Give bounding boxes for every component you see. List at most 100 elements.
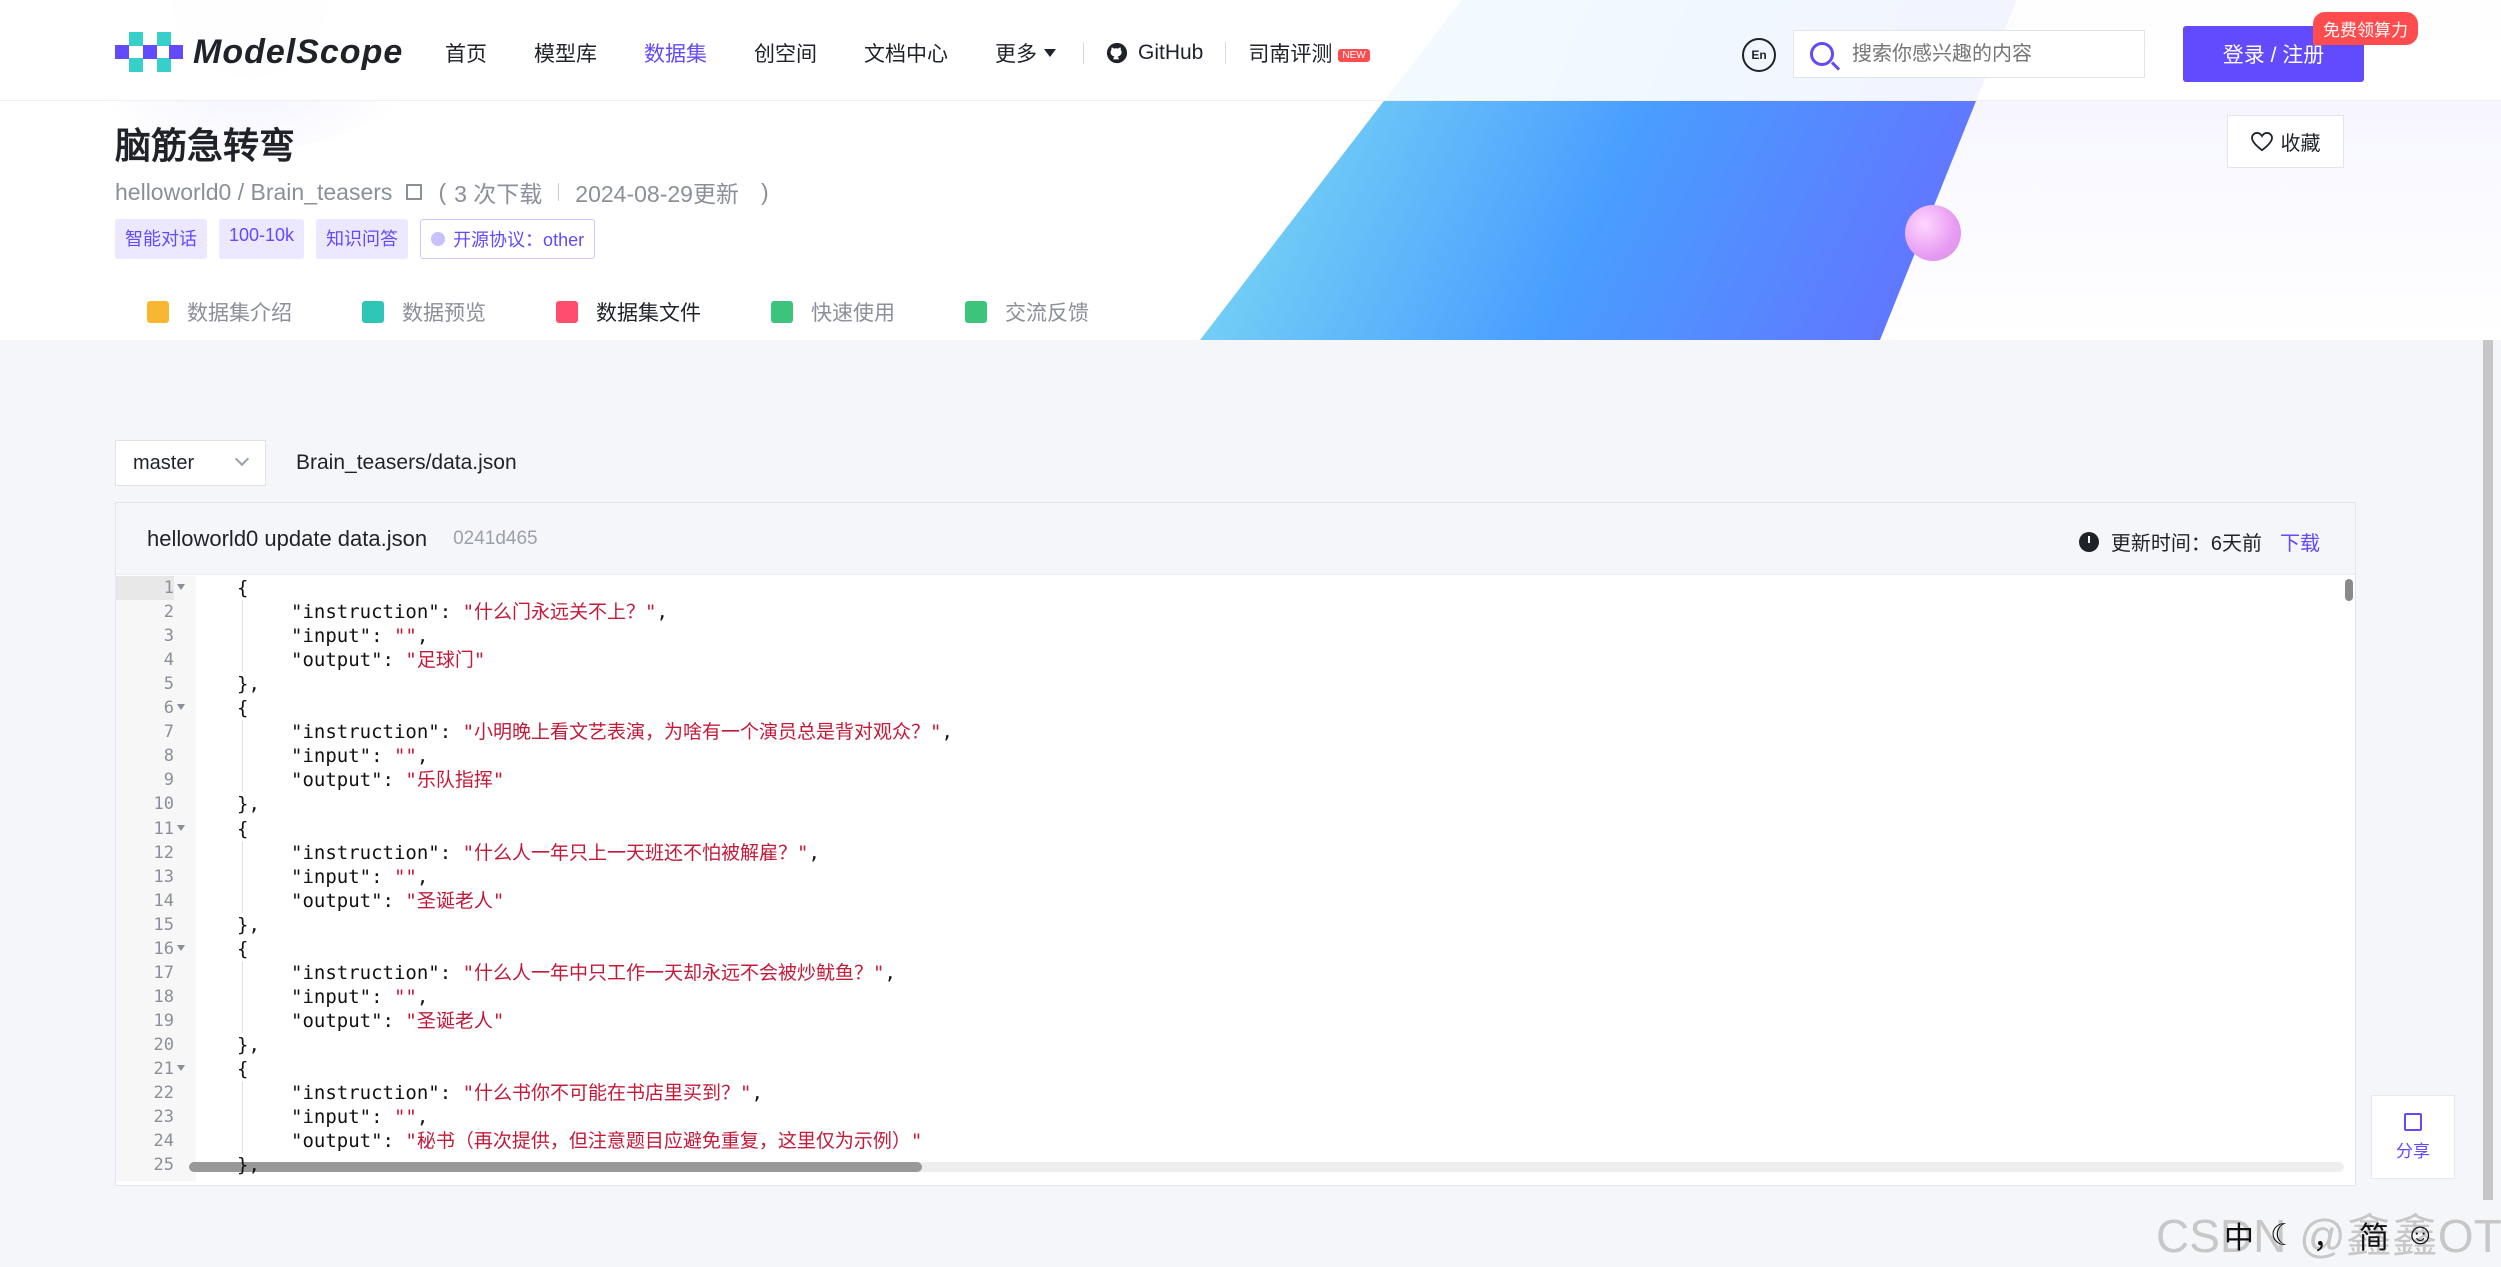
meta-paren-open: ( [438, 178, 447, 205]
line-number: 3 [163, 626, 174, 647]
code-text: "output": "圣诞老人" [291, 1009, 504, 1033]
fold-arrow-icon[interactable] [177, 584, 185, 590]
code-line: 17 "instruction": "什么人一年中只工作一天却永远不会被炒鱿鱼？"… [116, 961, 2316, 985]
code-text: { [237, 1057, 248, 1081]
nav-item-0[interactable]: 首页 [445, 38, 487, 68]
code-line: 21 { [116, 1057, 2316, 1081]
line-number: 16 [153, 938, 174, 959]
nav-item-2[interactable]: 数据集 [644, 38, 707, 68]
code-line: 2 "instruction": "什么门永远关不上？", [116, 600, 2316, 624]
clock-icon [2078, 531, 2099, 552]
code-text: "instruction": "什么门永远关不上？", [291, 600, 668, 624]
code-brace: { [237, 697, 249, 720]
code-text: }, [237, 792, 260, 816]
ime-button-2[interactable]: ， [2313, 1213, 2343, 1257]
nav-item-1[interactable]: 模型库 [534, 38, 597, 68]
tag-1[interactable]: 100-10k [219, 219, 305, 259]
code-text: "instruction": "什么人一年中只工作一天却永远不会被炒鱿鱼？", [291, 961, 896, 985]
code-line: 9 "output": "乐队指挥" [116, 768, 2316, 792]
code-key: "instruction": [291, 721, 463, 744]
share-button[interactable]: 分享 [2371, 1095, 2455, 1179]
tab-3[interactable]: 快速使用 [743, 284, 923, 340]
line-number: 1 [116, 576, 174, 600]
fold-arrow-icon[interactable] [177, 824, 185, 831]
favorite-button[interactable]: 收藏 [2227, 115, 2344, 168]
main-nav: 首页 模型库 数据集 创空间 文档中心 更多 GitHub 司南评测 NEW [445, 38, 1417, 68]
code-line: 1{ [116, 576, 2316, 600]
share-label: 分享 [2396, 1141, 2430, 1161]
tab-4[interactable]: 交流反馈 [937, 284, 1117, 340]
ime-button-0[interactable]: 中 [2224, 1213, 2254, 1257]
code-brace: }, [237, 913, 260, 936]
language-switch-icon[interactable]: En [1742, 38, 1776, 72]
free-compute-badge[interactable]: 免费领算力 [2313, 12, 2418, 45]
vertical-scrollbar[interactable] [2345, 579, 2353, 601]
preview-icon [362, 301, 384, 323]
meta-paren-close: ) [760, 178, 769, 205]
commit-hash[interactable]: 0241d465 [453, 528, 538, 550]
code-comma: , [416, 625, 429, 648]
code-key: "output": [291, 769, 406, 792]
fold-arrow-icon[interactable] [177, 704, 185, 711]
nav-item-3[interactable]: 创空间 [754, 38, 817, 68]
tab-2[interactable]: 数据集文件 [528, 284, 729, 340]
dataset-tags: 智能对话 100-10k 知识问答 开源协议：other [115, 219, 596, 259]
ime-button-4[interactable]: ☺ [2405, 1218, 2436, 1252]
favorite-label: 收藏 [2280, 133, 2321, 155]
ime-button-1[interactable]: ☾ [2270, 1218, 2297, 1253]
nav-item-5[interactable]: 更多 [995, 38, 1037, 68]
code-key: "input": [291, 985, 394, 1008]
line-number: 9 [163, 770, 174, 791]
code-text: { [237, 576, 248, 600]
code-brace: }, [237, 1033, 260, 1056]
code-line: 3 "input": "", [116, 624, 2316, 648]
search-box[interactable] [1793, 30, 2145, 78]
search-input[interactable] [1852, 42, 2122, 66]
fold-arrow-icon[interactable] [177, 1065, 185, 1071]
code-editor[interactable]: 1{2 "instruction": "什么门永远关不上？", 3 "input": … [116, 576, 2355, 1181]
review-label: 司南评测 [1248, 43, 1333, 66]
line-number: 19 [153, 1010, 174, 1031]
code-string: "乐队指挥" [405, 769, 505, 792]
fold-arrow-icon[interactable] [177, 944, 185, 951]
code-line: 14 "output": "圣诞老人" [116, 889, 2316, 913]
code-key: "instruction": [291, 841, 463, 864]
code-text: "input": "", [291, 865, 428, 889]
code-brace: { [237, 1058, 249, 1080]
download-link[interactable]: 下载 [2280, 527, 2320, 556]
nav-review[interactable]: 司南评测 NEW [1248, 38, 1370, 68]
line-number: 18 [153, 986, 174, 1007]
nav-item-4[interactable]: 文档中心 [864, 38, 948, 68]
line-number: 6 [163, 698, 174, 719]
code-text: }, [237, 913, 260, 937]
tab-0[interactable]: 数据集介绍 [119, 284, 320, 340]
dataset-tabs: 数据集介绍 数据预览 数据集文件 快速使用 交流反馈 [119, 284, 1117, 340]
ime-button-3[interactable]: 简 [2359, 1213, 2389, 1257]
indent-guide [242, 720, 243, 793]
ime-toolbar: 中 ☾ ， 简 ☺ [2224, 1205, 2436, 1265]
code-key: "input": [291, 865, 394, 888]
brand-logo[interactable]: ModelScope [115, 32, 403, 72]
branch-select[interactable]: master [115, 440, 266, 486]
code-key: "instruction": [291, 1082, 463, 1105]
code-line: 4 "output": "足球门" [116, 648, 2316, 672]
line-number: 7 [163, 722, 174, 743]
page-scrollbar[interactable] [2483, 340, 2493, 1200]
nav-github[interactable]: GitHub [1106, 41, 1203, 65]
code-string: "什么门永远关不上？" [462, 601, 657, 624]
dataset-title: 脑筋急转弯 [115, 125, 296, 166]
license-tag[interactable]: 开源协议：other [420, 219, 596, 259]
code-brace: { [237, 937, 249, 960]
dataset-path[interactable]: helloworld0 / Brain_teasers [115, 179, 392, 206]
tag-2[interactable]: 知识问答 [316, 219, 409, 259]
edit-icon [965, 301, 987, 323]
file-header: helloworld0 update data.json 0241d465 更新… [116, 503, 2355, 575]
line-number: 11 [153, 818, 174, 839]
tag-0[interactable]: 智能对话 [115, 219, 207, 259]
code-line: 25}, [116, 1153, 2316, 1177]
code-key: "input": [291, 625, 394, 648]
copy-icon[interactable] [406, 184, 423, 200]
line-number: 23 [153, 1107, 174, 1128]
tab-1[interactable]: 数据预览 [334, 284, 514, 340]
code-text: "instruction": "什么人一年只上一天班还不怕被解雇？", [291, 841, 820, 865]
